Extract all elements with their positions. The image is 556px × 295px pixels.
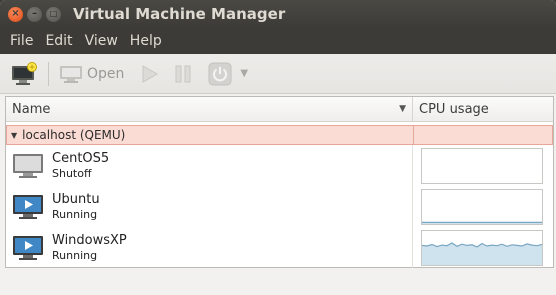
vm-shutoff-icon <box>13 153 43 178</box>
close-icon: × <box>11 8 20 19</box>
column-header-name[interactable]: Name ▼ <box>6 97 413 121</box>
menu-view[interactable]: View <box>79 33 124 49</box>
vm-running-icon <box>13 235 43 260</box>
list-header: Name ▼ CPU usage <box>6 97 553 122</box>
column-name-label: Name <box>12 101 51 117</box>
run-button[interactable] <box>134 57 164 91</box>
vm-cpu-cell <box>413 186 553 227</box>
vm-row[interactable]: Ubuntu Running <box>6 186 553 227</box>
vm-name-cell: Ubuntu Running <box>6 186 413 227</box>
vm-list[interactable]: Name ▼ CPU usage ▼ localhost (QEMU) Cent… <box>5 96 554 268</box>
vm-status: Running <box>52 208 98 221</box>
cpu-usage-graph <box>421 229 543 266</box>
vm-cpu-cell <box>413 145 553 186</box>
open-button[interactable]: Open <box>55 57 128 91</box>
close-window-button[interactable]: × <box>8 6 23 22</box>
vm-name-cell: WindowsXP Running <box>6 227 413 268</box>
vm-running-icon <box>13 194 43 219</box>
vm-name: CentOS5 <box>52 151 110 166</box>
vm-status: Running <box>52 249 98 262</box>
menu-bar: File Edit View Help <box>0 28 556 54</box>
vm-row[interactable]: CentOS5 Shutoff <box>6 145 553 186</box>
pause-button[interactable] <box>168 57 198 91</box>
shutdown-dropdown[interactable]: ▼ <box>240 68 248 79</box>
minimize-window-button[interactable]: – <box>27 6 42 22</box>
vm-text: Ubuntu Running <box>52 192 100 221</box>
vm-rows: CentOS5 Shutoff Ubuntu Running WindowsXP Runn… <box>6 145 553 268</box>
column-header-cpu[interactable]: CPU usage <box>413 97 553 121</box>
connection-row[interactable]: ▼ localhost (QEMU) <box>6 125 553 145</box>
menu-help[interactable]: Help <box>124 33 168 49</box>
toolbar: Open ▼ <box>0 54 556 94</box>
vm-status: Shutoff <box>52 167 92 180</box>
power-icon <box>208 62 232 85</box>
menu-file[interactable]: File <box>4 33 39 49</box>
connection-name-cell: ▼ localhost (QEMU) <box>7 126 414 144</box>
cpu-usage-graph <box>421 147 543 184</box>
shutdown-button[interactable] <box>204 57 236 91</box>
new-vm-button[interactable] <box>6 57 42 91</box>
vm-row[interactable]: WindowsXP Running <box>6 227 553 268</box>
cpu-usage-graph <box>421 188 543 225</box>
play-icon <box>142 64 159 83</box>
column-cpu-label: CPU usage <box>419 101 489 117</box>
toolbar-separator <box>48 61 49 86</box>
pause-icon <box>175 65 191 82</box>
vm-text: WindowsXP Running <box>52 233 127 262</box>
monitor-icon <box>60 65 82 83</box>
new-vm-icon <box>12 61 37 85</box>
app-window: × – □ Virtual Machine Manager File Edit … <box>0 0 556 295</box>
maximize-icon: □ <box>49 9 58 18</box>
minimize-icon: – <box>32 8 37 19</box>
title-bar: × – □ Virtual Machine Manager <box>0 0 556 28</box>
connection-label: localhost (QEMU) <box>22 128 126 142</box>
window-title: Virtual Machine Manager <box>73 5 286 23</box>
vm-name-cell: CentOS5 Shutoff <box>6 145 413 186</box>
open-button-label: Open <box>87 65 125 82</box>
expander-down-icon[interactable]: ▼ <box>11 131 17 140</box>
connection-cpu-cell <box>414 126 552 144</box>
chevron-down-icon: ▼ <box>240 68 249 79</box>
sort-down-icon: ▼ <box>399 104 406 114</box>
menu-edit[interactable]: Edit <box>39 33 78 49</box>
maximize-window-button[interactable]: □ <box>46 6 61 22</box>
vm-name: Ubuntu <box>52 192 100 207</box>
vm-cpu-cell <box>413 227 553 268</box>
vm-name: WindowsXP <box>52 233 127 248</box>
vm-text: CentOS5 Shutoff <box>52 151 109 180</box>
